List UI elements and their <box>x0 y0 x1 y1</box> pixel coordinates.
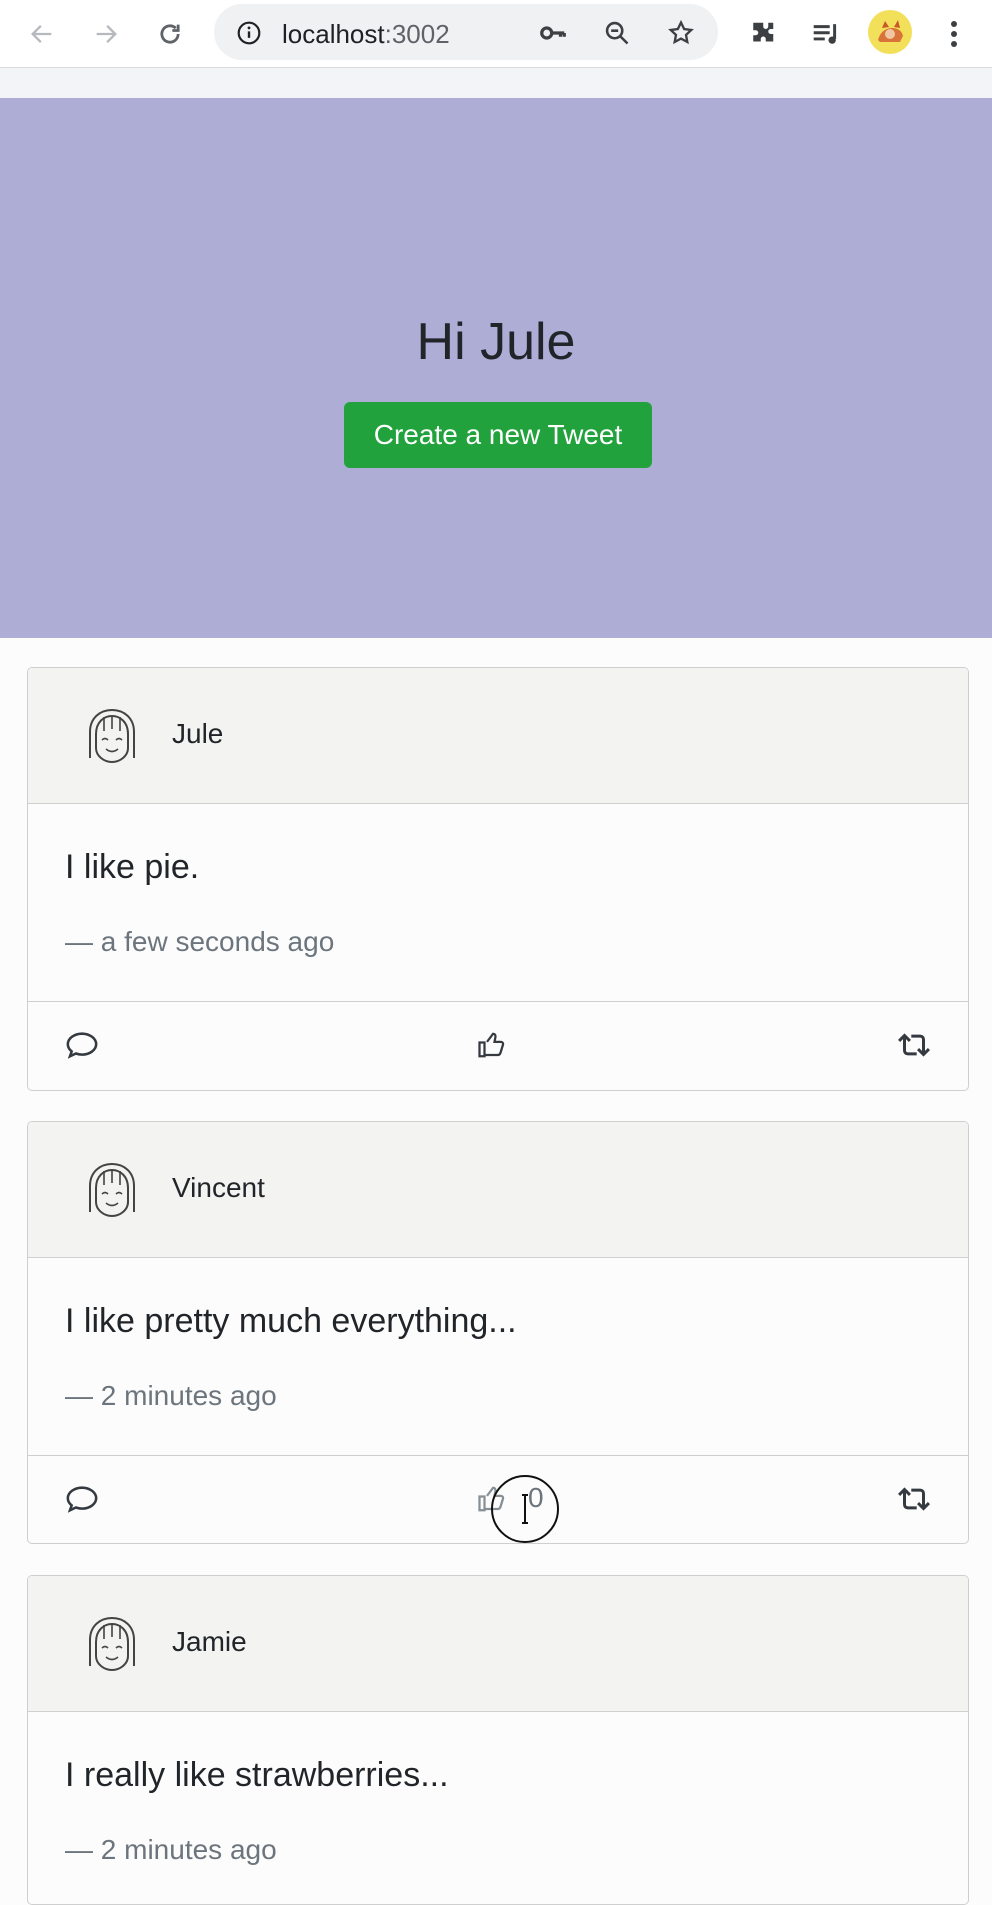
tweet-author: Jamie <box>172 1626 247 1657</box>
page-title: Hi Jule <box>416 313 576 371</box>
tweet-author: Vincent <box>172 1172 265 1203</box>
tweet-card: Vincent I like pretty much everything...… <box>27 1121 969 1544</box>
profile-avatar[interactable] <box>868 10 912 54</box>
retweet-icon[interactable] <box>894 1028 934 1062</box>
user-avatar-icon <box>89 1616 135 1672</box>
browser-toolbar: localhost:3002 <box>0 0 992 68</box>
navbar-strip <box>0 68 992 98</box>
tweet-text: I really like strawberries... <box>65 1756 449 1794</box>
menu-icon[interactable] <box>936 16 972 52</box>
tweet-author: Jule <box>172 718 224 749</box>
comment-icon[interactable] <box>62 1482 102 1516</box>
address-url[interactable]: localhost:3002 <box>282 19 450 50</box>
tweet-text: I like pie. <box>65 848 200 886</box>
zoom-out-icon[interactable] <box>602 18 632 48</box>
user-avatar-icon <box>89 1162 135 1218</box>
tweet-text: I like pretty much everything... <box>65 1302 517 1340</box>
tweet-body: I really like strawberries... — 2 minute… <box>28 1712 968 1904</box>
back-icon[interactable] <box>24 16 60 52</box>
star-icon[interactable] <box>666 18 696 48</box>
tweet-card: Jule I like pie. — a few seconds ago <box>27 667 969 1091</box>
key-icon[interactable] <box>538 18 568 48</box>
tweet-timestamp: — a few seconds ago <box>65 926 335 957</box>
tweet-header: Jamie <box>28 1576 968 1712</box>
extensions-icon[interactable] <box>744 16 780 52</box>
media-queue-icon[interactable] <box>808 16 844 52</box>
info-icon[interactable] <box>234 18 264 48</box>
text-cursor-icon <box>522 1494 528 1524</box>
like-icon[interactable] <box>472 1028 512 1062</box>
hero-jumbotron: Hi Jule Create a new Tweet <box>0 98 992 638</box>
tweet-body: I like pretty much everything... — 2 min… <box>28 1258 968 1456</box>
reload-icon[interactable] <box>152 16 188 52</box>
forward-icon[interactable] <box>88 16 124 52</box>
tweet-header: Jule <box>28 668 968 804</box>
tweet-body: I like pie. — a few seconds ago <box>28 804 968 1002</box>
tweet-card: Jamie I really like strawberries... — 2 … <box>27 1575 969 1905</box>
mouse-cursor-indicator <box>491 1475 559 1543</box>
tweet-timestamp: — 2 minutes ago <box>65 1834 277 1865</box>
tweet-actions: 0 <box>28 1456 968 1543</box>
retweet-icon[interactable] <box>894 1482 934 1516</box>
user-avatar-icon <box>89 708 135 764</box>
comment-icon[interactable] <box>62 1028 102 1062</box>
create-tweet-button[interactable]: Create a new Tweet <box>344 402 652 468</box>
tweet-header: Vincent <box>28 1122 968 1258</box>
address-bar[interactable]: localhost:3002 <box>214 4 718 60</box>
tweet-timestamp: — 2 minutes ago <box>65 1380 277 1411</box>
tweet-actions <box>28 1002 968 1088</box>
